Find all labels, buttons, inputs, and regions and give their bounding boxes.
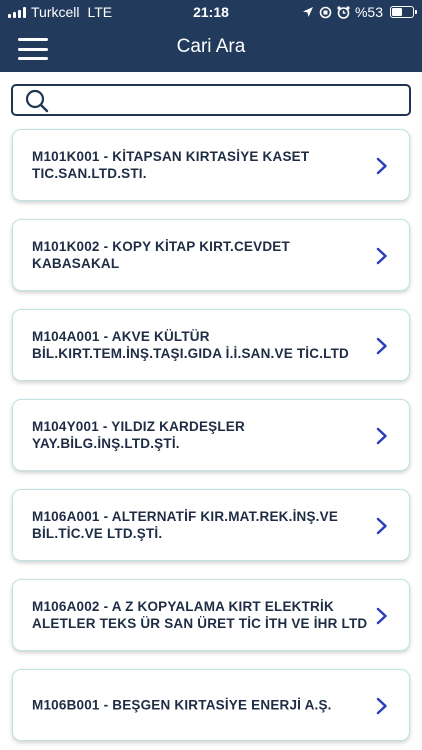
page-title: Cari Ara bbox=[176, 36, 246, 57]
chevron-right-icon bbox=[376, 247, 387, 265]
list-item[interactable]: M104A001 - AKVE KÜLTÜR BİL.KIRT.TEM.İNŞ.T… bbox=[12, 309, 410, 381]
list-item-title: M101K001 - KİTAPSAN KIRTASİYE KASET TIC.S… bbox=[32, 148, 368, 182]
battery-icon bbox=[390, 6, 417, 18]
list-item[interactable]: M104Y001 - YILDIZ KARDEŞLER YAY.BİLG.İNŞ.… bbox=[12, 399, 410, 471]
list-item-line: M104A001 - AKVE KÜLTÜR bbox=[32, 329, 210, 344]
list-item-line: M106A002 - A Z KOPYALAMA KIRT ELEKTRİK bbox=[32, 599, 334, 614]
battery-level bbox=[392, 8, 402, 16]
status-right: %53 bbox=[302, 4, 417, 20]
list-item-title: M104A001 - AKVE KÜLTÜR BİL.KIRT.TEM.İNŞ.T… bbox=[32, 328, 368, 362]
chevron-right-icon bbox=[376, 517, 387, 535]
list-item-title: M104Y001 - YILDIZ KARDEŞLER YAY.BİLG.İNŞ.… bbox=[32, 418, 368, 452]
list-item-title: M106A002 - A Z KOPYALAMA KIRT ELEKTRİK AL… bbox=[32, 598, 368, 632]
chevron-right-icon bbox=[376, 337, 387, 355]
list-item-title: M106A001 - ALTERNATİF KIR.MAT.REK.İNŞ.VE… bbox=[32, 508, 368, 542]
location-arrow-icon bbox=[302, 7, 313, 17]
search-input[interactable] bbox=[55, 88, 401, 112]
alarm-icon bbox=[337, 5, 350, 19]
status-bar: Turkcell LTE 21:18 %53 bbox=[0, 0, 422, 24]
chevron-right-icon bbox=[376, 607, 387, 625]
list-item-line: BİL.TİC.VE LTD.ŞTİ. bbox=[32, 526, 163, 541]
list-item-line: M101K001 - KİTAPSAN KIRTASİYE KASET bbox=[32, 149, 310, 164]
list-item-title: M106B001 - BEŞGEN KIRTASİYE ENERJİ A.Ş. bbox=[32, 697, 368, 714]
list-item-line: YAY.BİLG.İNŞ.LTD.ŞTİ. bbox=[32, 436, 180, 451]
chevron-right-icon bbox=[376, 157, 387, 175]
search-bar[interactable] bbox=[11, 84, 411, 116]
list-item-line: M104Y001 - YILDIZ KARDEŞLER bbox=[32, 419, 245, 434]
list-item[interactable]: M106B001 - BEŞGEN KIRTASİYE ENERJİ A.Ş. bbox=[12, 669, 410, 741]
orientation-lock-icon bbox=[319, 6, 332, 18]
list-item-line: M101K002 - KOPY KİTAP KIRT.CEVDET bbox=[32, 239, 290, 254]
list-item[interactable]: M101K002 - KOPY KİTAP KIRT.CEVDET KABASAK… bbox=[12, 219, 410, 291]
list-item-line: M106B001 - BEŞGEN KIRTASİYE ENERJİ A.Ş. bbox=[32, 697, 332, 713]
list-item-line: KABASAKAL bbox=[32, 256, 120, 271]
list-item-line: TIC.SAN.LTD.STI. bbox=[32, 166, 147, 181]
list-item-line: M106A001 - ALTERNATİF KIR.MAT.REK.İNŞ.VE bbox=[32, 509, 339, 524]
list-item[interactable]: M101K001 - KİTAPSAN KIRTASİYE KASET TIC.S… bbox=[12, 129, 410, 201]
nav-bar: Cari Ara bbox=[0, 24, 422, 72]
battery-percent: %53 bbox=[354, 4, 383, 20]
list-item-line: BİL.KIRT.TEM.İNŞ.TAŞI.GIDA İ.İ.SAN.VE Tİ… bbox=[32, 346, 350, 361]
list-item-title: M101K002 - KOPY KİTAP KIRT.CEVDET KABASAK… bbox=[32, 238, 368, 272]
list-item-line: ALETLER TEKS ÜR SAN ÜRET TİC İTH VE İHR … bbox=[32, 616, 368, 631]
search-icon bbox=[25, 89, 49, 113]
list-item[interactable]: M106A002 - A Z KOPYALAMA KIRT ELEKTRİK AL… bbox=[12, 579, 410, 651]
list-item[interactable]: M106A001 - ALTERNATİF KIR.MAT.REK.İNŞ.VE… bbox=[12, 489, 410, 561]
chevron-right-icon bbox=[376, 427, 387, 445]
chevron-right-icon bbox=[376, 697, 387, 715]
